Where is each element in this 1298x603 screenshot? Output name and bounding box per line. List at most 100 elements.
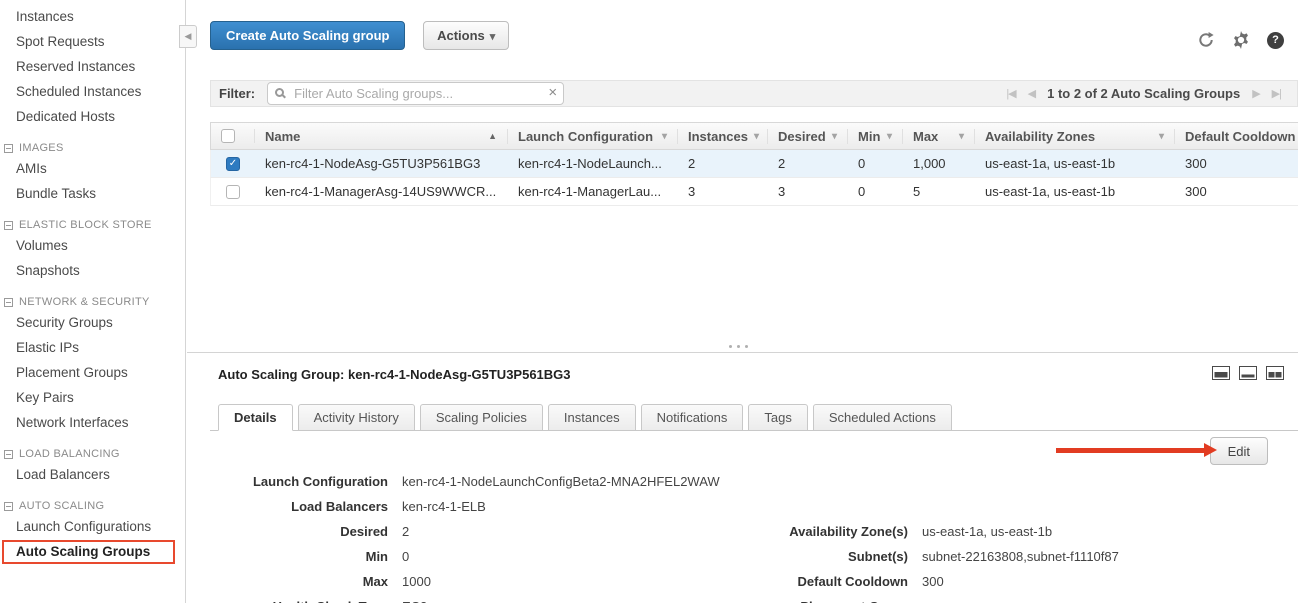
- help-icon[interactable]: ?: [1267, 32, 1284, 49]
- prev-page-icon[interactable]: ◀: [1028, 87, 1035, 100]
- sidebar-item-amis[interactable]: AMIs: [0, 156, 185, 181]
- sidebar-section-images[interactable]: IMAGES: [0, 142, 185, 154]
- create-auto-scaling-group-button[interactable]: Create Auto Scaling group: [210, 21, 405, 50]
- sidebar-section-ebs[interactable]: ELASTIC BLOCK STORE: [0, 219, 185, 231]
- column-header-min[interactable]: Min▾: [848, 129, 903, 144]
- layout-bottom-small-icon[interactable]: [1239, 366, 1257, 380]
- field-value-load-balancers: ken-rc4-1-ELB: [402, 499, 486, 514]
- collapse-section-icon: [4, 502, 13, 511]
- field-label: Default Cooldown: [738, 574, 922, 589]
- sidebar-section-load-balancing[interactable]: LOAD BALANCING: [0, 448, 185, 460]
- collapse-section-icon: [4, 298, 13, 307]
- field-value-subnets: subnet-22163808,subnet-f1110f87: [922, 549, 1119, 564]
- tab-scaling-policies[interactable]: Scaling Policies: [420, 404, 543, 431]
- row-checkbox[interactable]: ✓: [226, 157, 240, 171]
- sidebar-item-placement-groups[interactable]: Placement Groups: [0, 360, 185, 385]
- sidebar-item-bundle-tasks[interactable]: Bundle Tasks: [0, 181, 185, 206]
- sidebar-item-scheduled-instances[interactable]: Scheduled Instances: [0, 79, 185, 104]
- cell-default-cooldown: 300: [1175, 156, 1298, 171]
- sort-icon: ▾: [662, 131, 667, 142]
- field-value-desired: 2: [402, 524, 409, 539]
- sidebar-item-snapshots[interactable]: Snapshots: [0, 258, 185, 283]
- sidebar-item-instances[interactable]: Instances: [0, 4, 185, 29]
- table-header-row: Name▲ Launch Configuration▾ Instances▾ D…: [210, 122, 1298, 150]
- next-page-icon[interactable]: ▶: [1252, 87, 1259, 100]
- column-header-launch-configuration[interactable]: Launch Configuration▾: [508, 129, 678, 144]
- edit-button[interactable]: Edit: [1210, 437, 1268, 465]
- main-content: Create Auto Scaling group Actions▾ ? Fil…: [187, 0, 1298, 603]
- select-all-checkbox[interactable]: [211, 129, 255, 143]
- toolbar: Create Auto Scaling group Actions▾ ?: [210, 21, 1286, 53]
- field-label: Desired: [218, 524, 402, 539]
- cell-max: 1,000: [903, 156, 975, 171]
- cell-instances: 2: [678, 156, 768, 171]
- cell-default-cooldown: 300: [1175, 184, 1298, 199]
- field-label: Max: [218, 574, 402, 589]
- column-header-availability-zones[interactable]: Availability Zones▾: [975, 129, 1175, 144]
- filter-label: Filter:: [219, 86, 255, 101]
- cell-min: 0: [848, 184, 903, 199]
- fields-right: Availability Zone(s) us-east-1a, us-east…: [738, 519, 1119, 603]
- panel-splitter-handle[interactable]: [729, 345, 748, 348]
- field-value-max: 1000: [402, 574, 431, 589]
- column-header-desired[interactable]: Desired▾: [768, 129, 848, 144]
- cell-name: ken-rc4-1-NodeAsg-G5TU3P561BG3: [255, 156, 508, 171]
- sort-asc-icon: ▲: [488, 131, 497, 141]
- layout-hidden-icon[interactable]: [1266, 366, 1284, 380]
- sidebar-item-dedicated-hosts[interactable]: Dedicated Hosts: [0, 104, 185, 129]
- last-page-icon[interactable]: ▶|: [1272, 87, 1281, 100]
- column-header-max[interactable]: Max▾: [903, 129, 975, 144]
- sidebar-item-elastic-ips[interactable]: Elastic IPs: [0, 335, 185, 360]
- sidebar: Instances Spot Requests Reserved Instanc…: [0, 0, 186, 603]
- field-value-min: 0: [402, 549, 409, 564]
- sidebar-section-auto-scaling[interactable]: AUTO SCALING: [0, 500, 185, 512]
- sidebar-item-launch-configurations[interactable]: Launch Configurations: [0, 514, 185, 539]
- detail-panel: Auto Scaling Group: ken-rc4-1-NodeAsg-G5…: [187, 352, 1298, 603]
- actions-button[interactable]: Actions▾: [423, 21, 509, 50]
- column-header-default-cooldown[interactable]: Default Cooldown▾: [1175, 129, 1298, 144]
- table-row[interactable]: ✓ ken-rc4-1-NodeAsg-G5TU3P561BG3 ken-rc4…: [210, 150, 1298, 178]
- field-label: Subnet(s): [738, 549, 922, 564]
- sidebar-item-spot-requests[interactable]: Spot Requests: [0, 29, 185, 54]
- sidebar-item-network-interfaces[interactable]: Network Interfaces: [0, 410, 185, 435]
- sort-icon: ▾: [887, 131, 892, 142]
- tab-notifications[interactable]: Notifications: [641, 404, 744, 431]
- filter-input[interactable]: [267, 82, 564, 105]
- tab-details[interactable]: Details: [218, 404, 293, 431]
- column-header-name[interactable]: Name▲: [255, 129, 508, 144]
- tab-tags[interactable]: Tags: [748, 404, 807, 431]
- clear-filter-icon[interactable]: ×: [548, 84, 557, 101]
- field-label: Min: [218, 549, 402, 564]
- tab-instances[interactable]: Instances: [548, 404, 636, 431]
- sidebar-item-security-groups[interactable]: Security Groups: [0, 310, 185, 335]
- cell-name: ken-rc4-1-ManagerAsg-14US9WWCR...: [255, 184, 508, 199]
- field-label: Load Balancers: [218, 499, 402, 514]
- tab-scheduled-actions[interactable]: Scheduled Actions: [813, 404, 952, 431]
- gear-icon[interactable]: [1232, 31, 1250, 49]
- detail-tabs: Details Activity History Scaling Policie…: [210, 403, 1298, 431]
- field-value-launch-configuration: ken-rc4-1-NodeLaunchConfigBeta2-MNA2HFEL…: [402, 474, 720, 489]
- sidebar-item-auto-scaling-groups[interactable]: Auto Scaling Groups: [2, 540, 175, 564]
- sidebar-item-volumes[interactable]: Volumes: [0, 233, 185, 258]
- column-header-instances[interactable]: Instances▾: [678, 129, 768, 144]
- table-row[interactable]: ken-rc4-1-ManagerAsg-14US9WWCR... ken-rc…: [210, 178, 1298, 206]
- cell-launch-configuration: ken-rc4-1-NodeLaunch...: [508, 156, 678, 171]
- collapse-arrow-icon: ◀: [185, 31, 192, 42]
- sidebar-section-network-security[interactable]: NETWORK & SECURITY: [0, 296, 185, 308]
- tab-activity-history[interactable]: Activity History: [298, 404, 415, 431]
- sidebar-item-key-pairs[interactable]: Key Pairs: [0, 385, 185, 410]
- field-label: Availability Zone(s): [738, 524, 922, 539]
- sort-icon: ▾: [959, 131, 964, 142]
- collapse-sidebar-button[interactable]: ◀: [179, 25, 197, 48]
- first-page-icon[interactable]: |◀: [1006, 87, 1015, 100]
- search-wrap: ×: [267, 82, 564, 105]
- filter-bar: Filter: × |◀ ◀ 1 to 2 of 2 Auto Scaling …: [210, 80, 1298, 107]
- cell-availability-zones: us-east-1a, us-east-1b: [975, 156, 1175, 171]
- row-checkbox[interactable]: [226, 185, 240, 199]
- layout-bottom-large-icon[interactable]: [1212, 366, 1230, 380]
- refresh-icon[interactable]: [1197, 31, 1215, 49]
- sidebar-item-reserved-instances[interactable]: Reserved Instances: [0, 54, 185, 79]
- collapse-section-icon: [4, 450, 13, 459]
- field-value-default-cooldown: 300: [922, 574, 944, 589]
- sidebar-item-load-balancers[interactable]: Load Balancers: [0, 462, 185, 487]
